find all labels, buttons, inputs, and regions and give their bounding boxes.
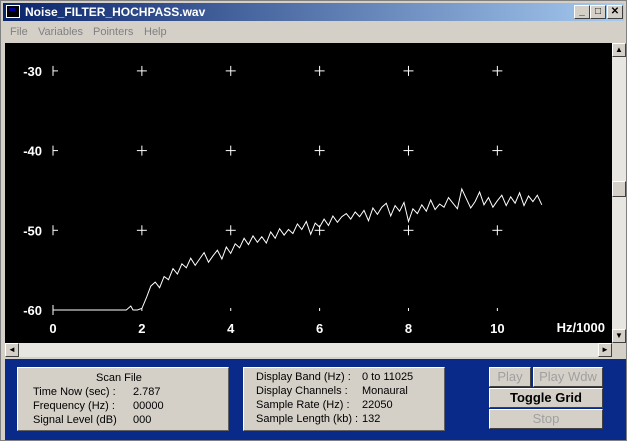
- play-button[interactable]: Play: [489, 367, 531, 387]
- display-channels-value: Monaural: [362, 385, 408, 397]
- x-tick-label: 8: [405, 321, 412, 336]
- vertical-scrollbar[interactable]: ▲ ▼: [612, 43, 626, 343]
- stop-button[interactable]: Stop: [489, 409, 603, 429]
- y-tick-label: -30: [23, 64, 42, 79]
- scan-file-panel: Scan File Time Now (sec) : 2.787 Frequen…: [17, 367, 229, 431]
- x-tick-label: 4: [227, 321, 235, 336]
- menu-help[interactable]: Help: [144, 26, 167, 38]
- x-tick-label: 0: [49, 321, 56, 336]
- menu-bar: File Variables Pointers Help: [3, 23, 624, 41]
- play-window-button[interactable]: Play Wdw: [533, 367, 603, 387]
- display-band-value: 0 to 11025: [362, 371, 414, 383]
- spectrum-plot: -30 -40 -50 -60 0 2 4 6 8 10 Hz/1000: [5, 43, 612, 343]
- y-tick-label: -60: [23, 303, 42, 318]
- signal-level-label: Signal Level (dB): [33, 414, 117, 426]
- x-axis-label: Hz/1000: [557, 320, 605, 335]
- menu-variables[interactable]: Variables: [38, 26, 83, 38]
- horizontal-scrollbar[interactable]: ◄ ►: [5, 343, 612, 357]
- scan-file-heading: Scan File: [96, 372, 142, 384]
- vertical-scroll-thumb[interactable]: [612, 181, 626, 197]
- time-now-value: 2.787: [133, 386, 161, 398]
- minimize-button[interactable]: _: [574, 5, 590, 19]
- scroll-up-button[interactable]: ▲: [612, 43, 626, 57]
- control-area: Scan File Time Now (sec) : 2.787 Frequen…: [5, 359, 626, 440]
- menu-pointers[interactable]: Pointers: [93, 26, 133, 38]
- spectrum-line: [53, 187, 543, 311]
- y-tick-label: -40: [23, 144, 42, 159]
- scroll-right-button[interactable]: ►: [598, 343, 612, 357]
- y-tick-label: -50: [23, 223, 42, 238]
- app-icon[interactable]: [6, 5, 20, 18]
- x-tick-label: 10: [490, 321, 504, 336]
- x-tick-label: 6: [316, 321, 323, 336]
- signal-level-value: 000: [133, 414, 152, 426]
- file-info-panel: Display Band (Hz) : 0 to 11025 Display C…: [243, 367, 445, 431]
- window-title: Noise_FILTER_HOCHPASS.wav: [25, 5, 206, 19]
- scroll-down-button[interactable]: ▼: [612, 329, 626, 343]
- sample-rate-value: 22050: [362, 399, 393, 411]
- toggle-grid-button[interactable]: Toggle Grid: [489, 388, 603, 408]
- x-tick-label: 2: [138, 321, 145, 336]
- sample-length-value: 132: [362, 413, 381, 425]
- sample-length-label: Sample Length (kb) :: [256, 413, 359, 425]
- time-now-label: Time Now (sec) :: [33, 386, 116, 398]
- display-channels-label: Display Channels :: [256, 385, 348, 397]
- close-button[interactable]: ✕: [607, 5, 623, 19]
- application-window: Noise_FILTER_HOCHPASS.wav _ □ ✕ File Var…: [0, 0, 627, 441]
- frequency-label: Frequency (Hz) :: [33, 400, 115, 412]
- display-band-label: Display Band (Hz) :: [256, 371, 351, 383]
- frequency-value: 00000: [133, 400, 164, 412]
- menu-file[interactable]: File: [10, 26, 28, 38]
- sample-rate-label: Sample Rate (Hz) :: [256, 399, 350, 411]
- spectrum-chart: -30 -40 -50 -60 0 2 4 6 8 10 Hz/1000: [23, 64, 605, 336]
- title-bar[interactable]: Noise_FILTER_HOCHPASS.wav _ □ ✕: [3, 3, 624, 21]
- scroll-left-button[interactable]: ◄: [5, 343, 19, 357]
- maximize-button[interactable]: □: [590, 5, 606, 19]
